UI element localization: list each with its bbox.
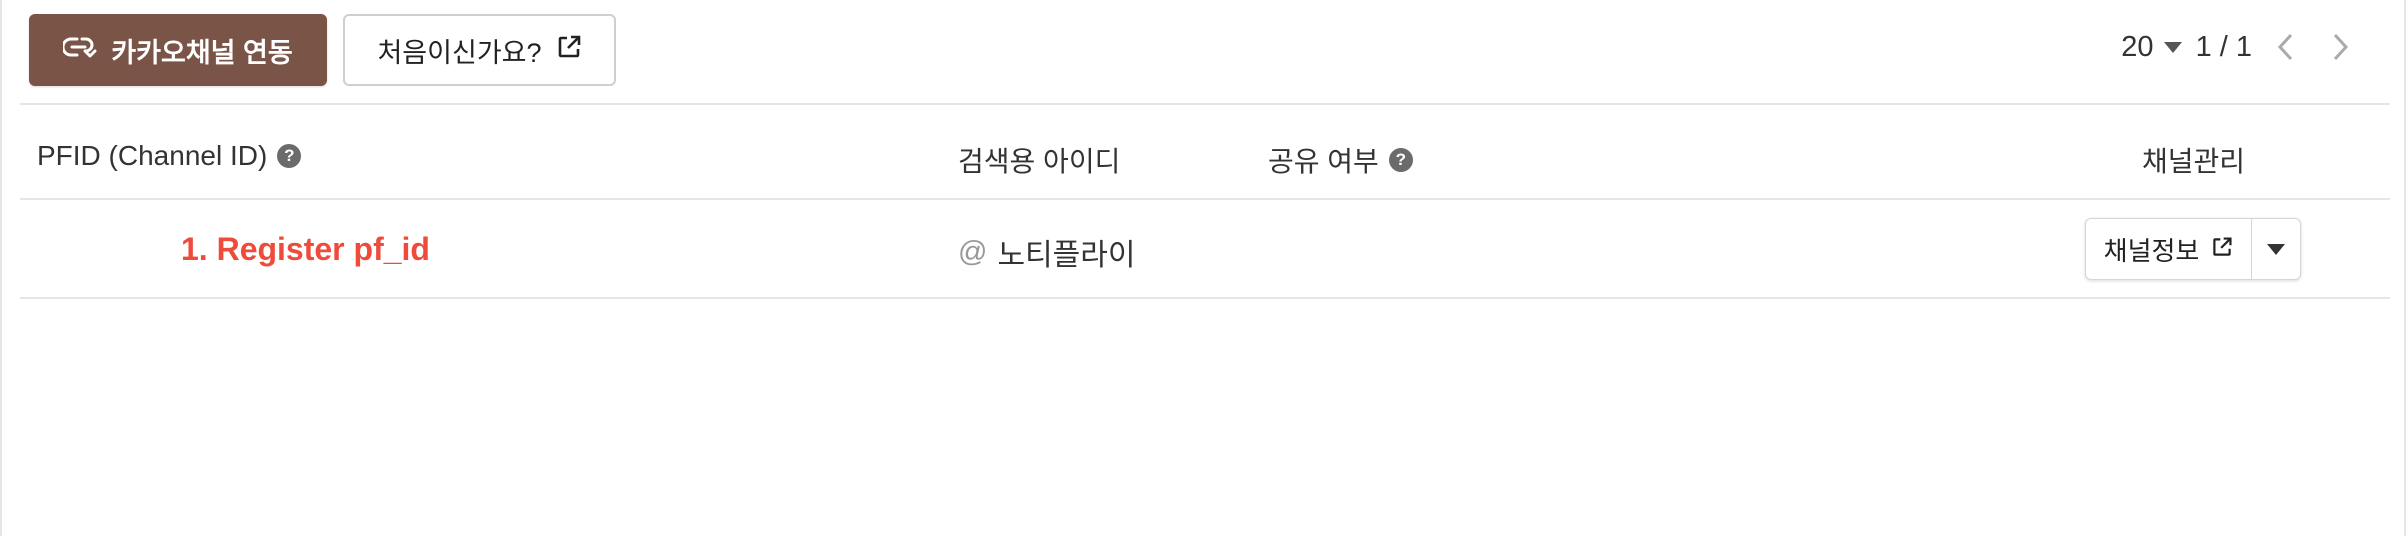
toolbar-divider xyxy=(20,103,2390,105)
prev-page-button[interactable] xyxy=(2266,27,2306,67)
pfid-header-label: PFID (Channel ID) xyxy=(37,140,268,171)
channel-manage-dropdown[interactable] xyxy=(2251,219,2300,279)
search-id-value: 노티플라이 xyxy=(997,239,1136,272)
search-id-cell: @ 노티플라이 xyxy=(958,230,1135,274)
search-id-header-label: 검색용 아이디 xyxy=(958,146,1121,177)
link-arrow-icon xyxy=(61,34,97,67)
external-link-icon xyxy=(2211,234,2233,265)
channel-info-label: 채널정보 xyxy=(2103,235,2200,266)
pagination: 20 1 / 1 xyxy=(2121,22,2360,72)
first-time-guide-button[interactable]: 처음이신가요? xyxy=(343,14,616,86)
external-link-icon xyxy=(556,34,582,67)
at-prefix: @ xyxy=(958,235,988,268)
first-time-button-label: 처음이신가요? xyxy=(377,37,542,68)
page-size-value: 20 xyxy=(2121,30,2154,63)
page-indicator: 1 / 1 xyxy=(2195,30,2252,63)
column-header-shared: 공유 여부 ? xyxy=(1268,140,1413,180)
column-header-pfid: PFID (Channel ID) ? xyxy=(37,140,302,172)
toolbar: 카카오채널 연동 처음이신가요? 20 1 / 1 xyxy=(0,0,2408,104)
chevron-right-icon xyxy=(2333,33,2349,61)
help-circle-icon[interactable]: ? xyxy=(1388,148,1413,172)
help-circle-icon[interactable]: ? xyxy=(277,144,302,168)
caret-down-icon xyxy=(2267,243,2285,255)
kakao-channel-connect-button[interactable]: 카카오채널 연동 xyxy=(29,14,327,86)
manage-header-label: 채널관리 xyxy=(2142,146,2246,177)
caret-down-icon xyxy=(2163,41,2182,53)
page-size-select[interactable]: 20 xyxy=(2121,30,2182,64)
column-header-search-id: 검색용 아이디 xyxy=(958,140,1120,180)
row-divider xyxy=(20,297,2390,299)
shared-header-label: 공유 여부 xyxy=(1268,146,1379,177)
next-page-button[interactable] xyxy=(2320,27,2360,67)
chevron-left-icon xyxy=(2277,33,2293,61)
connect-button-label: 카카오채널 연동 xyxy=(111,37,293,68)
channel-info-button[interactable]: 채널정보 xyxy=(2086,219,2251,279)
header-divider xyxy=(20,198,2390,200)
channel-info-button-group: 채널정보 xyxy=(2085,218,2301,280)
column-header-manage: 채널관리 xyxy=(2142,140,2245,180)
pfid-cell: 1. Register pf_id xyxy=(181,231,430,267)
